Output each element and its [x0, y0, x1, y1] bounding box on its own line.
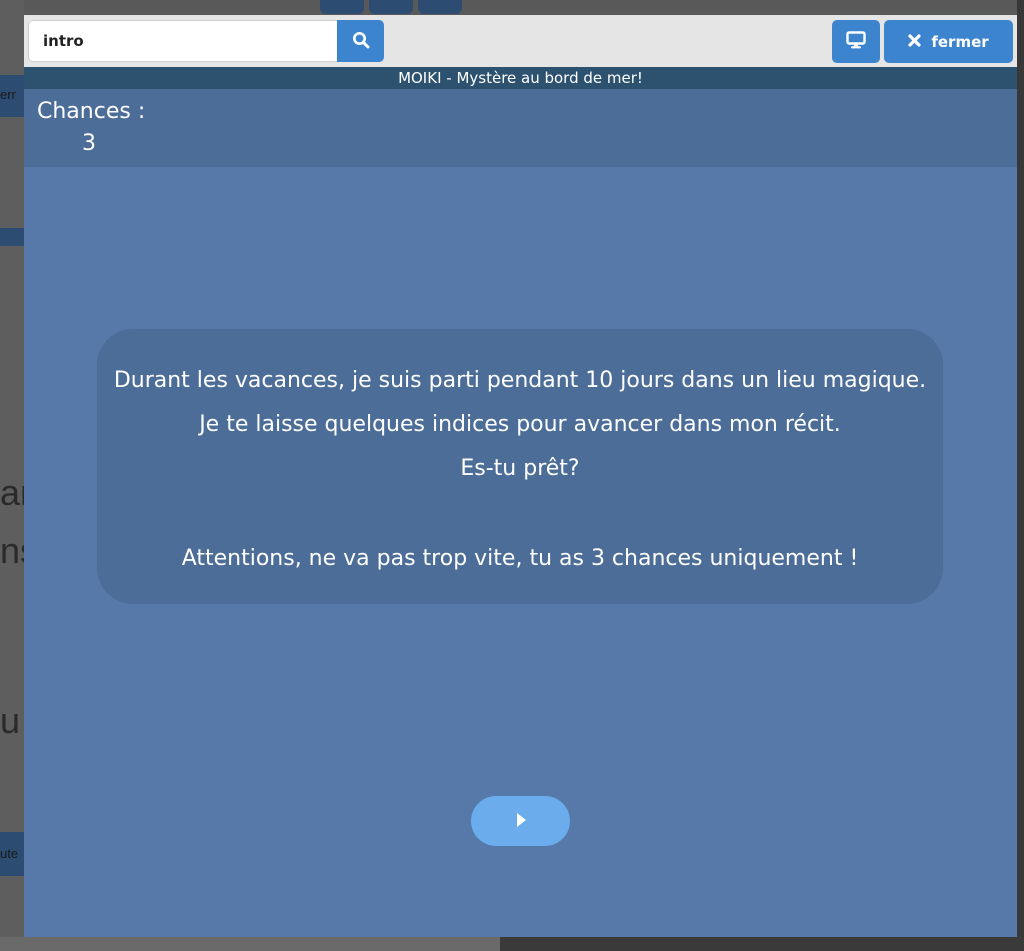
- story-modal: fermer MOIKI - Mystère au bord de mer! C…: [24, 15, 1017, 937]
- close-button-label: fermer: [931, 32, 989, 51]
- story-line: Je te laisse quelques indices pour avanc…: [199, 412, 841, 437]
- chances-label: Chances :: [37, 99, 146, 124]
- monitor-icon: [846, 31, 866, 52]
- modal-toolbar: fermer: [24, 15, 1017, 67]
- background-bottom-left: [0, 937, 500, 951]
- background-bar: [0, 228, 24, 246]
- search-input[interactable]: [28, 20, 338, 62]
- search-button[interactable]: [337, 20, 384, 62]
- background-toolbar-button: [418, 0, 462, 14]
- background-button: ute: [0, 832, 24, 876]
- chances-count: 3: [82, 131, 96, 156]
- story-line: Durant les vacances, je suis parti penda…: [113, 368, 927, 393]
- fullscreen-button[interactable]: [832, 20, 880, 63]
- background-button-fragment: ute: [0, 846, 19, 861]
- background-text-fragment: u: [0, 700, 21, 741]
- story-text-box: Durant les vacances, je suis parti penda…: [97, 329, 943, 604]
- background-toolbar-button: [369, 0, 413, 14]
- next-button[interactable]: [471, 796, 570, 846]
- story-title: MOIKI - Mystère au bord de mer!: [24, 67, 1017, 89]
- story-line: Attentions, ne va pas trop vite, tu as 3…: [181, 546, 859, 571]
- close-x-icon: [908, 33, 921, 51]
- chances-panel: Chances : 3: [24, 89, 1017, 167]
- background-button-fragment: err: [0, 87, 16, 102]
- story-line: Es-tu prêt?: [460, 456, 580, 481]
- background-toolbar-button: [320, 0, 364, 14]
- background-button: err: [0, 75, 24, 117]
- play-icon: [515, 812, 527, 831]
- close-button[interactable]: fermer: [884, 20, 1013, 63]
- background-right-strip: [1017, 0, 1024, 951]
- search-icon: [352, 31, 370, 52]
